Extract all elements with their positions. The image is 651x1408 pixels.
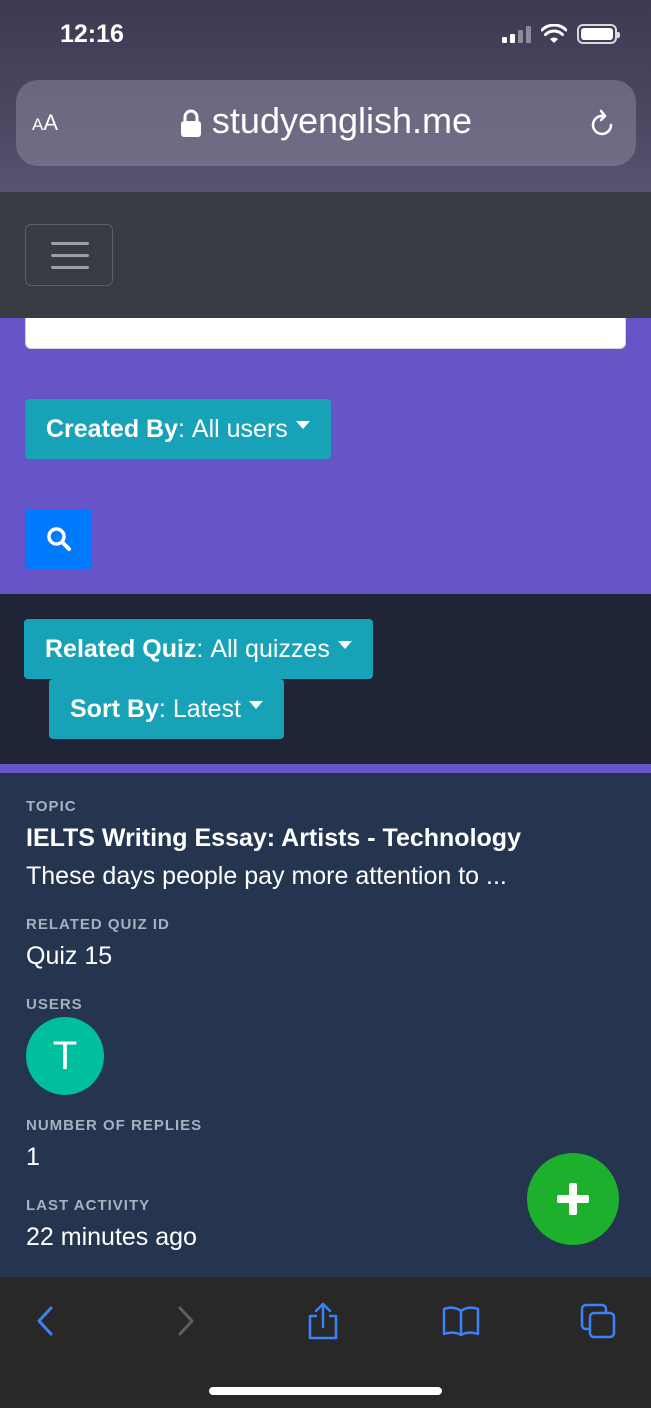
- url-display[interactable]: studyenglish.me: [16, 100, 636, 142]
- caret-down-icon: [337, 641, 352, 649]
- divider: [0, 764, 651, 773]
- plus-icon: [557, 1183, 589, 1215]
- topic-title[interactable]: IELTS Writing Essay: Artists - Technolog…: [26, 824, 521, 853]
- users-label: USERS: [26, 996, 83, 1013]
- related-quiz-value: Quiz 15: [26, 942, 113, 970]
- status-icons: [502, 24, 620, 44]
- status-time: 12:16: [60, 20, 124, 48]
- book-icon: [442, 1306, 480, 1337]
- home-indicator: [209, 1387, 442, 1395]
- site-navbar: [0, 192, 651, 318]
- search-button[interactable]: [25, 509, 92, 569]
- add-topic-button[interactable]: [527, 1153, 619, 1245]
- chevron-right-icon: [178, 1306, 194, 1336]
- secondary-filter-section: Related Quiz: All quizzes Sort By: Lates…: [0, 594, 651, 764]
- back-button[interactable]: [15, 1297, 75, 1345]
- share-button[interactable]: [293, 1297, 353, 1345]
- forward-button[interactable]: [156, 1297, 216, 1345]
- topic-card[interactable]: TOPIC IELTS Writing Essay: Artists - Tec…: [0, 773, 651, 1277]
- created-by-dropdown[interactable]: Created By: All users: [25, 399, 331, 459]
- bookmarks-button[interactable]: [431, 1297, 491, 1345]
- related-quiz-label: RELATED QUIZ ID: [26, 916, 170, 933]
- tabs-button[interactable]: [568, 1297, 628, 1345]
- lock-icon: [180, 110, 201, 138]
- last-activity-value: 22 minutes ago: [26, 1223, 197, 1251]
- wifi-icon: [541, 24, 567, 43]
- browser-header: 12:16 AA studyenglish.me: [0, 0, 651, 192]
- filter-section: Created By: All users: [0, 318, 651, 594]
- search-icon: [46, 527, 71, 551]
- hamburger-icon: [51, 242, 89, 245]
- last-activity-label: LAST ACTIVITY: [26, 1197, 151, 1214]
- share-icon: [308, 1302, 338, 1340]
- caret-down-icon: [248, 701, 263, 709]
- tabs-icon: [580, 1303, 616, 1339]
- chevron-left-icon: [37, 1306, 53, 1336]
- topic-excerpt: These days people pay more attention to …: [26, 862, 507, 890]
- cellular-signal-icon: [502, 25, 531, 43]
- related-quiz-dropdown[interactable]: Related Quiz: All quizzes: [24, 619, 373, 679]
- caret-down-icon: [295, 421, 310, 429]
- reload-icon[interactable]: [590, 108, 616, 138]
- topic-label: TOPIC: [26, 798, 77, 815]
- url-text: studyenglish.me: [211, 100, 473, 141]
- address-bar[interactable]: AA studyenglish.me: [16, 80, 636, 166]
- battery-icon: [577, 24, 620, 44]
- sort-by-dropdown[interactable]: Sort By: Latest: [49, 679, 284, 739]
- menu-toggle-button[interactable]: [25, 224, 113, 286]
- user-avatar[interactable]: T: [26, 1017, 104, 1095]
- replies-value: 1: [26, 1143, 40, 1171]
- search-input[interactable]: [25, 318, 626, 349]
- replies-label: NUMBER OF REPLIES: [26, 1117, 203, 1134]
